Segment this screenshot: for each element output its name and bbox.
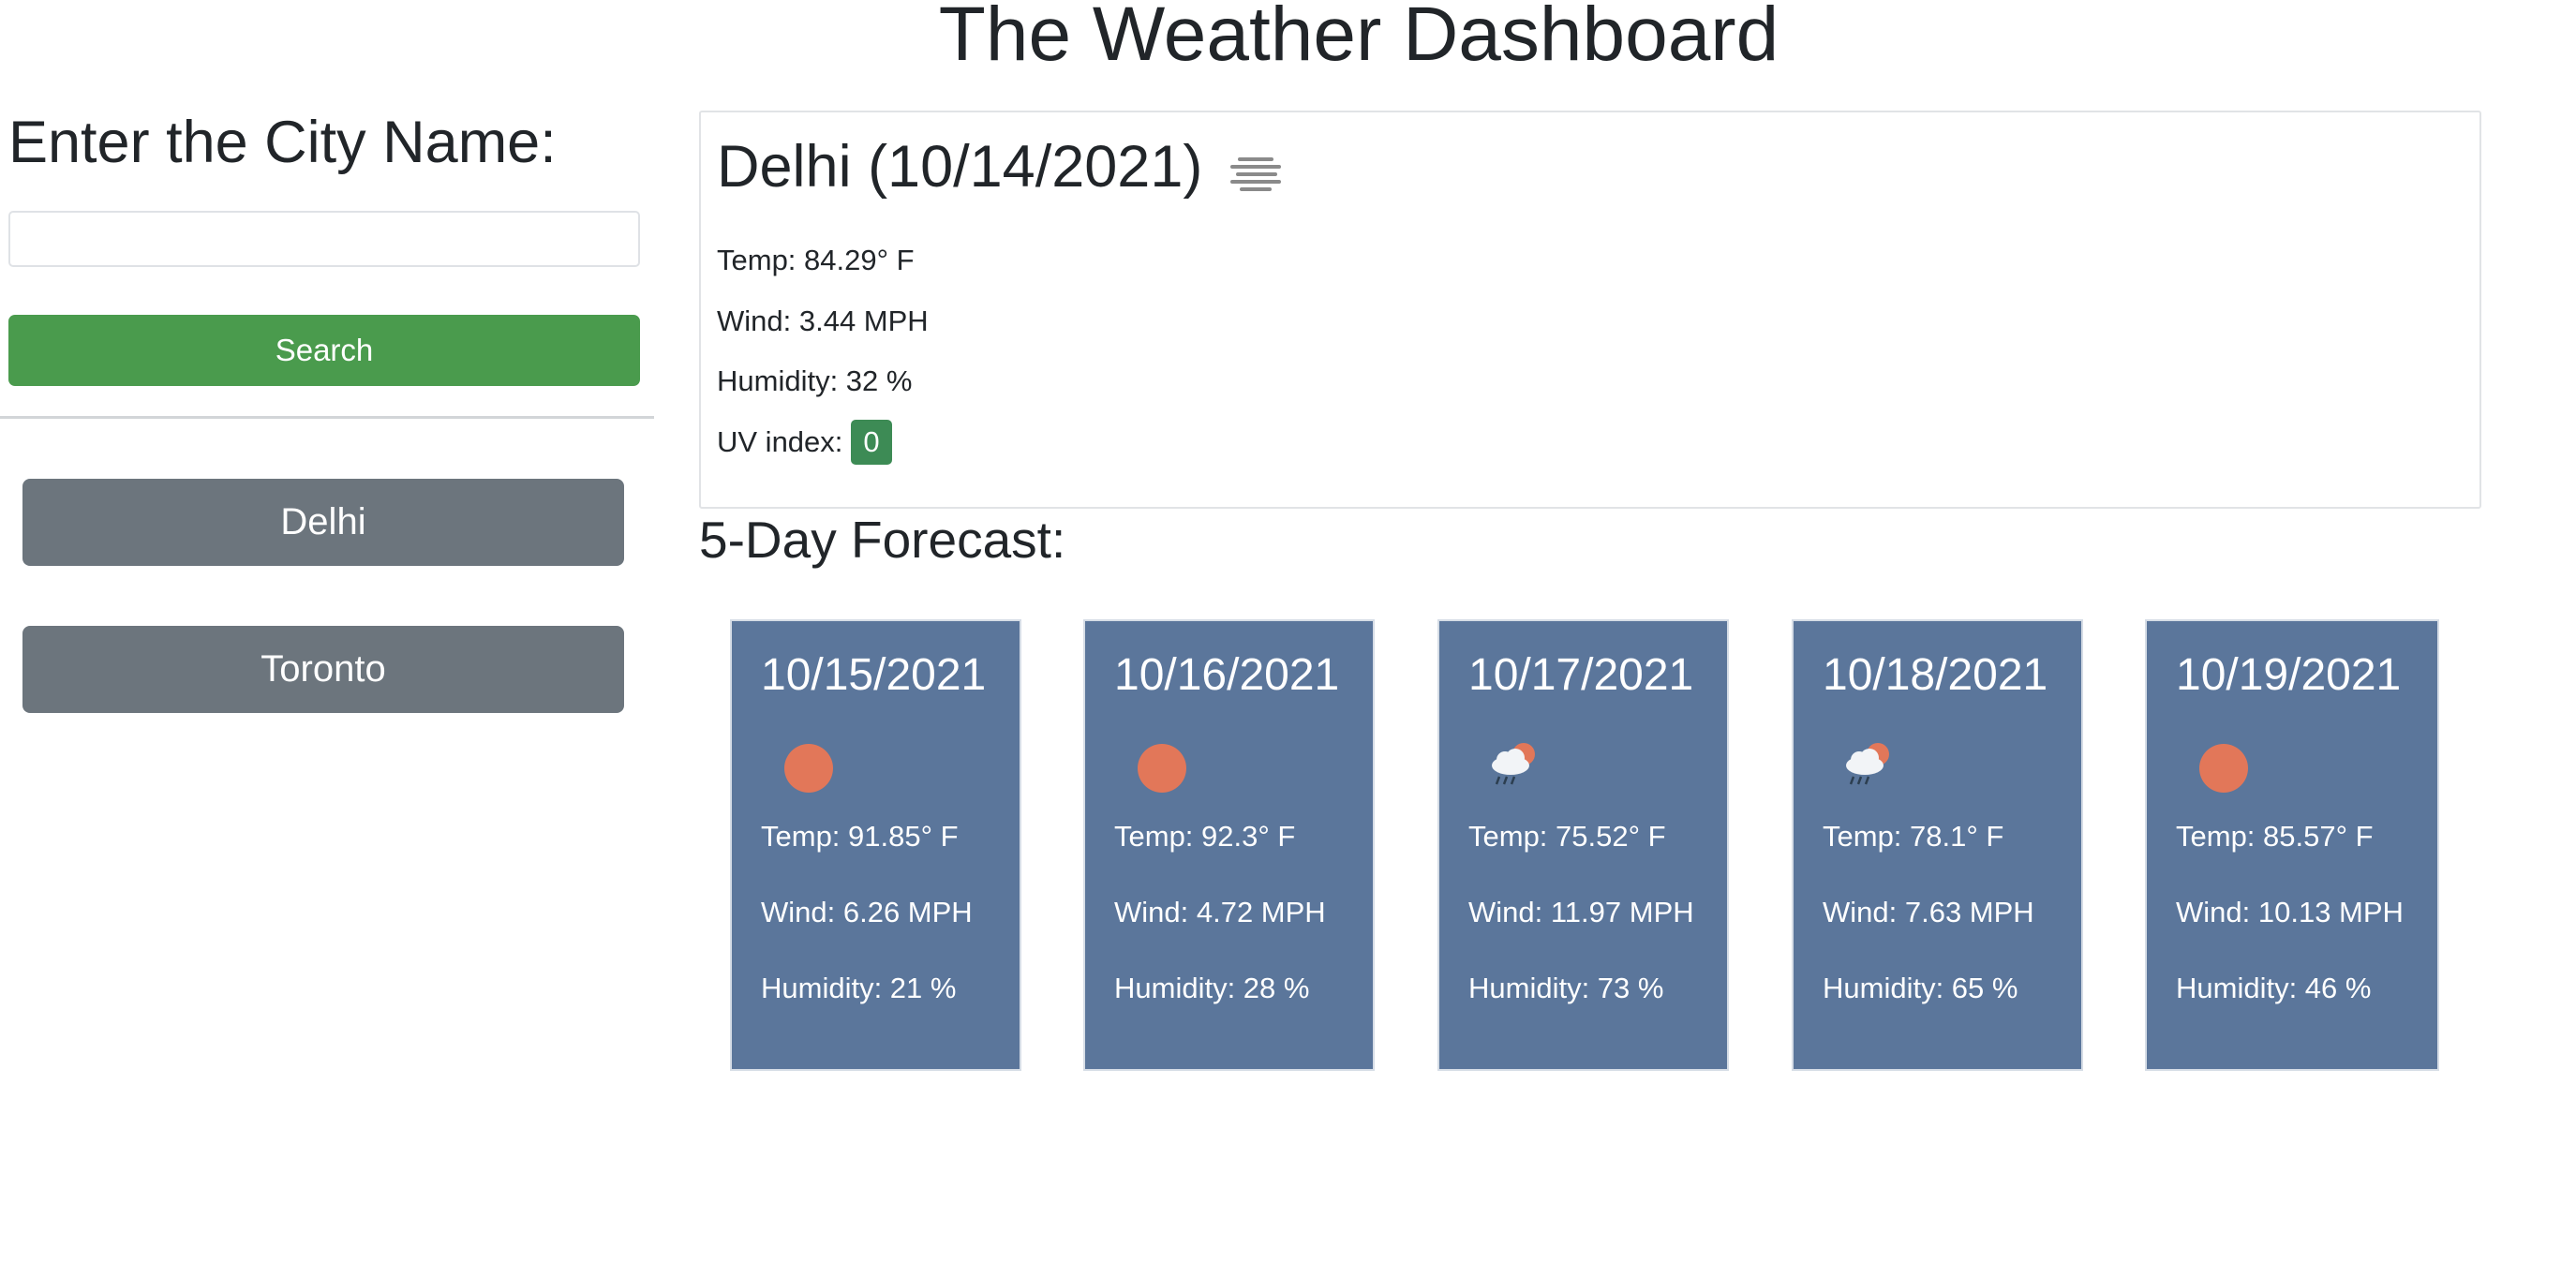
mist-icon bbox=[1228, 152, 1283, 195]
sidebar: Enter the City Name: Search Delhi Toront… bbox=[0, 0, 656, 1277]
forecast-humidity: Humidity: 46 % bbox=[2176, 972, 2372, 1004]
rain-cloud-sun-icon bbox=[1486, 737, 1542, 794]
forecast-wind: Wind: 10.13 MPH bbox=[2176, 896, 2404, 928]
forecast-wind: Wind: 6.26 MPH bbox=[761, 896, 973, 928]
history-button-delhi[interactable]: Delhi bbox=[22, 479, 624, 566]
current-weather-title: Delhi (10/14/2021) bbox=[717, 133, 1283, 200]
forecast-date: 10/17/2021 bbox=[1468, 650, 1694, 700]
current-humidity: Humidity: 32 % bbox=[717, 364, 913, 397]
forecast-temp: Temp: 75.52° F bbox=[1468, 820, 1666, 853]
current-wind: Wind: 3.44 MPH bbox=[717, 304, 929, 337]
sidebar-divider bbox=[0, 416, 654, 419]
forecast-wind: Wind: 7.63 MPH bbox=[1823, 896, 2034, 928]
forecast-humidity: Humidity: 28 % bbox=[1114, 972, 1310, 1004]
forecast-temp: Temp: 78.1° F bbox=[1823, 820, 2004, 853]
forecast-wind: Wind: 4.72 MPH bbox=[1114, 896, 1326, 928]
sun-icon bbox=[779, 737, 835, 794]
uv-badge: 0 bbox=[851, 420, 892, 465]
search-heading: Enter the City Name: bbox=[8, 110, 557, 175]
forecast-card: 10/17/2021 Temp: 75.52° F Wind: 11.97 MP… bbox=[1437, 619, 1729, 1071]
forecast-date: 10/16/2021 bbox=[1114, 650, 1340, 700]
forecast-card: 10/16/2021 Temp: 92.3° F Wind: 4.72 MPH … bbox=[1083, 619, 1375, 1071]
forecast-card: 10/19/2021 Temp: 85.57° F Wind: 10.13 MP… bbox=[2145, 619, 2439, 1071]
sun-icon bbox=[2194, 737, 2250, 794]
forecast-wind: Wind: 11.97 MPH bbox=[1468, 896, 1694, 928]
current-temp: Temp: 84.29° F bbox=[717, 244, 915, 276]
city-search-input[interactable] bbox=[8, 211, 640, 267]
uv-label: UV index: bbox=[717, 425, 843, 458]
sun-icon bbox=[1132, 737, 1188, 794]
forecast-humidity: Humidity: 73 % bbox=[1468, 972, 1664, 1004]
weather-dashboard-page: The Weather Dashboard Enter the City Nam… bbox=[0, 0, 2576, 1277]
current-city-date: Delhi (10/14/2021) bbox=[717, 134, 1203, 200]
forecast-temp: Temp: 91.85° F bbox=[761, 820, 959, 853]
forecast-card: 10/18/2021 Temp: 78.1° F Wind: 7.63 MPH … bbox=[1792, 619, 2083, 1071]
current-weather-card: Delhi (10/14/2021) Temp: 84.29° F Wind: … bbox=[699, 111, 2481, 509]
forecast-temp: Temp: 92.3° F bbox=[1114, 820, 1296, 853]
forecast-humidity: Humidity: 21 % bbox=[761, 972, 957, 1004]
search-button[interactable]: Search bbox=[8, 315, 640, 386]
rain-cloud-sun-icon bbox=[1840, 737, 1897, 794]
history-button-toronto[interactable]: Toronto bbox=[22, 626, 624, 713]
forecast-date: 10/15/2021 bbox=[761, 650, 987, 700]
forecast-card: 10/15/2021 Temp: 91.85° F Wind: 6.26 MPH… bbox=[730, 619, 1021, 1071]
forecast-date: 10/19/2021 bbox=[2176, 650, 2402, 700]
forecast-temp: Temp: 85.57° F bbox=[2176, 820, 2374, 853]
forecast-heading: 5-Day Forecast: bbox=[699, 511, 1066, 569]
current-uv: UV index: 0 bbox=[717, 420, 892, 465]
forecast-date: 10/18/2021 bbox=[1823, 650, 2048, 700]
forecast-humidity: Humidity: 65 % bbox=[1823, 972, 2018, 1004]
